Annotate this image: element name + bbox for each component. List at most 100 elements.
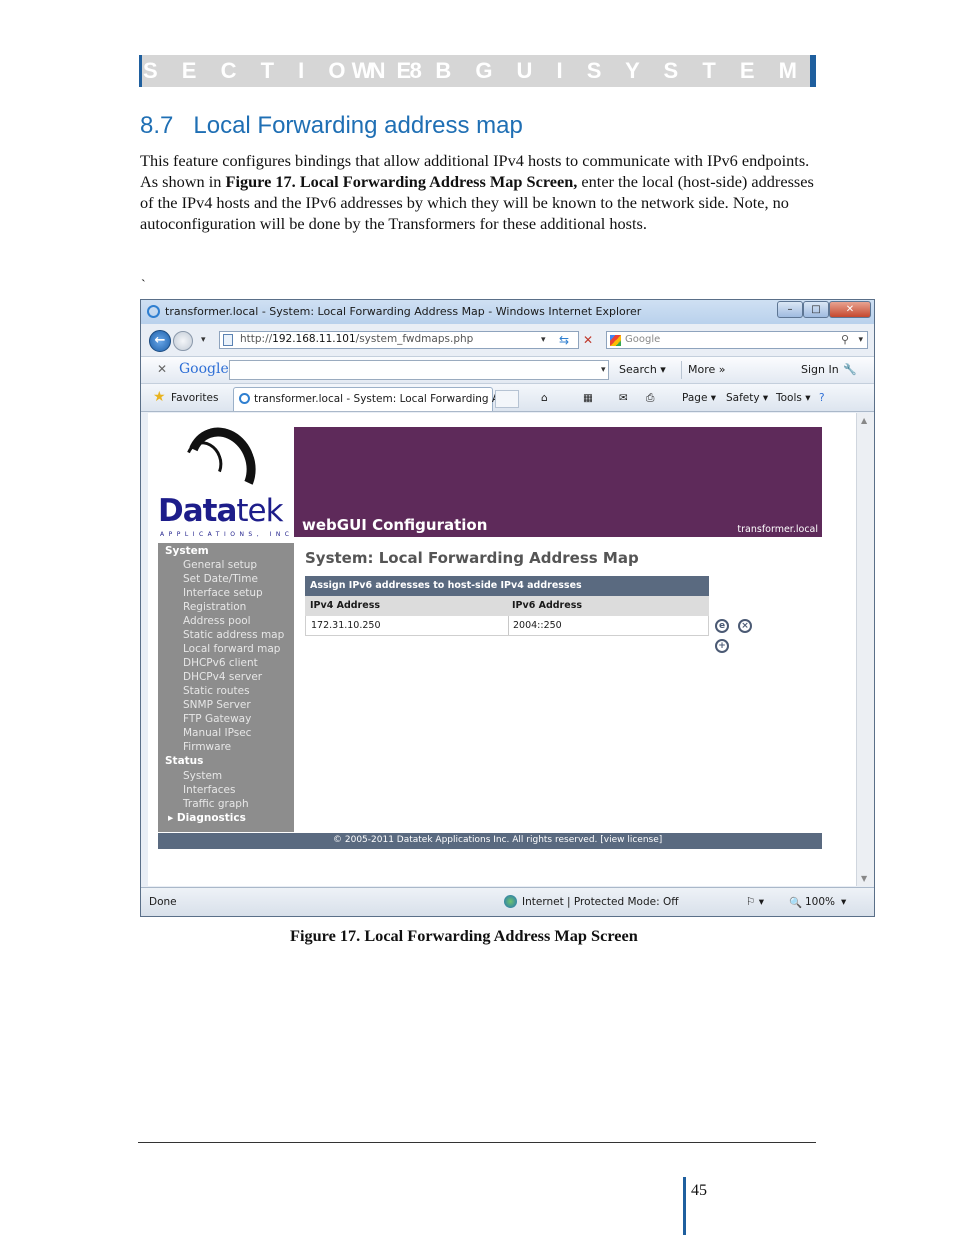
- banner-host: transformer.local: [737, 524, 818, 535]
- sidebar-heading-system[interactable]: System: [165, 545, 209, 557]
- url-host: 192.168.11.101: [272, 333, 356, 345]
- sidebar-item-manual-ipsec[interactable]: Manual IPsec: [183, 727, 251, 739]
- sidebar-item-static-routes[interactable]: Static routes: [183, 685, 250, 697]
- sidebar-heading-status[interactable]: Status: [165, 755, 203, 767]
- figure-caption: Figure 17. Local Forwarding Address Map …: [290, 926, 638, 945]
- sidebar-item-local-forward-map[interactable]: Local forward map: [183, 643, 280, 655]
- google-field-dropdown-icon[interactable]: ▾: [601, 365, 606, 375]
- address-dropdown-icon[interactable]: ▾: [541, 335, 546, 345]
- page-icon: [223, 334, 233, 346]
- heading-title: Local Forwarding address map: [193, 112, 523, 139]
- banner: webGUI Configuration transformer.local: [294, 427, 822, 537]
- add-icon[interactable]: +: [715, 639, 729, 653]
- page-menu[interactable]: Page ▾: [682, 392, 716, 404]
- paragraph-figure-ref: Figure 17. Local Forwarding Address Map …: [225, 172, 578, 191]
- vertical-scrollbar[interactable]: ▲ ▼: [856, 413, 874, 886]
- magnifier-icon[interactable]: ⚲: [841, 333, 849, 346]
- tools-menu[interactable]: Tools ▾: [776, 392, 810, 404]
- security-icon[interactable]: ⚐ ▾: [746, 896, 764, 908]
- sidebar-item-interface-setup[interactable]: Interface setup: [183, 587, 263, 599]
- address-row: ← ▾ http://192.168.11.101/system_fwdmaps…: [141, 326, 874, 354]
- google-more-button[interactable]: More »: [688, 363, 726, 376]
- col-ipv4-header: IPv4 Address: [310, 600, 380, 611]
- browser-tab[interactable]: transformer.local - System: Local Forwar…: [233, 387, 516, 411]
- url-text: http://192.168.11.101/system_fwdmaps.php: [240, 333, 473, 345]
- scroll-up-icon[interactable]: ▲: [861, 416, 867, 425]
- scroll-down-icon[interactable]: ▼: [861, 874, 867, 883]
- sidebar-item-registration[interactable]: Registration: [183, 601, 246, 613]
- print-icon[interactable]: ⎙: [646, 392, 654, 405]
- page-footer: © 2005-2011 Datatek Applications Inc. Al…: [158, 833, 822, 849]
- zoom-icon[interactable]: 🔍: [789, 896, 802, 909]
- logo-subtitle: APPLICATIONS, INC: [160, 531, 294, 538]
- wrench-icon[interactable]: 🔧: [843, 363, 857, 376]
- google-search-button[interactable]: Search ▾: [619, 363, 666, 376]
- window-title: transformer.local - System: Local Forwar…: [165, 305, 642, 318]
- col-ipv6-header: IPv6 Address: [512, 600, 582, 611]
- safety-menu[interactable]: Safety ▾: [726, 392, 768, 404]
- footer-rule: [138, 1142, 816, 1143]
- maximize-button[interactable]: □: [803, 301, 829, 318]
- sidebar-item-dhcpv6-client[interactable]: DHCPv6 client: [183, 657, 258, 669]
- internet-zone-icon: [504, 895, 517, 908]
- sidebar-item-dhcpv4-server[interactable]: DHCPv4 server: [183, 671, 262, 683]
- page-title: System: Local Forwarding Address Map: [305, 549, 639, 567]
- status-zoom[interactable]: 100%: [805, 896, 835, 908]
- favorites-star-icon[interactable]: ★: [153, 389, 166, 405]
- favorites-bar: ★ Favorites transformer.local - System: …: [141, 384, 874, 412]
- toolbar-divider: [681, 361, 682, 379]
- page-number-rule: [683, 1177, 686, 1235]
- sidebar-item-static-address-map[interactable]: Static address map: [183, 629, 284, 641]
- close-button[interactable]: ✕: [829, 301, 871, 318]
- address-bar[interactable]: http://192.168.11.101/system_fwdmaps.php: [219, 331, 579, 349]
- feeds-icon[interactable]: ▦: [583, 392, 593, 404]
- header-left-stripe: [139, 55, 142, 87]
- header-right-stripe: [810, 55, 816, 87]
- page-number: 45: [691, 1182, 707, 1199]
- stop-icon[interactable]: ✕: [583, 333, 593, 347]
- forward-button[interactable]: [173, 331, 193, 351]
- help-icon[interactable]: ?: [819, 392, 825, 404]
- sidebar-item-general-setup[interactable]: General setup: [183, 559, 257, 571]
- search-box[interactable]: Google ⚲ ▾: [606, 331, 868, 349]
- url-path: /system_fwdmaps.php: [355, 333, 474, 345]
- google-sign-in-link[interactable]: Sign In: [801, 363, 839, 376]
- sidebar-nav: System General setup Set Date/Time Inter…: [158, 543, 294, 832]
- close-toolbar-icon[interactable]: ✕: [157, 362, 167, 376]
- sidebar-item-interfaces[interactable]: Interfaces: [183, 784, 235, 796]
- logo-tek: tek: [236, 493, 283, 529]
- ie-icon: [147, 305, 160, 318]
- sidebar-heading-diagnostics[interactable]: ▸ Diagnostics: [168, 812, 246, 824]
- sidebar-item-firmware[interactable]: Firmware: [183, 741, 231, 753]
- search-placeholder: Google: [625, 334, 661, 345]
- table-row[interactable]: 172.31.10.250 2004::250: [305, 616, 709, 636]
- sidebar-item-status-system[interactable]: System: [183, 770, 222, 782]
- search-dropdown-icon[interactable]: ▾: [858, 335, 863, 345]
- mail-icon[interactable]: ✉: [619, 392, 628, 404]
- delete-icon[interactable]: ×: [738, 619, 752, 633]
- new-tab-button[interactable]: [495, 390, 519, 408]
- google-search-field[interactable]: [229, 360, 609, 380]
- status-zone[interactable]: Internet | Protected Mode: Off: [522, 896, 678, 908]
- column-divider: [508, 616, 509, 635]
- tab-title: transformer.local - System: Local Forwar…: [254, 393, 516, 405]
- favorites-label[interactable]: Favorites: [171, 392, 218, 404]
- web-page-content: Datatek APPLICATIONS, INC webGUI Configu…: [148, 413, 856, 886]
- refresh-icon[interactable]: ⇆: [559, 333, 569, 347]
- minimize-button[interactable]: –: [777, 301, 803, 318]
- browser-screenshot: transformer.local - System: Local Forwar…: [140, 299, 875, 917]
- back-button[interactable]: ←: [149, 330, 171, 352]
- google-toolbar: ✕ Google ▾ Search ▾ More » Sign In 🔧: [141, 356, 874, 384]
- section-heading: 8.7 Local Forwarding address map: [140, 112, 523, 140]
- sidebar-item-ftp-gateway[interactable]: FTP Gateway: [183, 713, 251, 725]
- sidebar-item-traffic-graph[interactable]: Traffic graph: [183, 798, 249, 810]
- zoom-dropdown-icon[interactable]: ▾: [841, 896, 846, 908]
- sidebar-item-snmp-server[interactable]: SNMP Server: [183, 699, 251, 711]
- copyright-text: © 2005-2011 Datatek Applications Inc. Al…: [333, 835, 663, 845]
- banner-title: webGUI Configuration: [302, 516, 488, 534]
- edit-icon[interactable]: e: [715, 619, 729, 633]
- sidebar-item-address-pool[interactable]: Address pool: [183, 615, 251, 627]
- sidebar-item-set-date-time[interactable]: Set Date/Time: [183, 573, 258, 585]
- home-icon[interactable]: ⌂: [541, 392, 548, 404]
- history-dropdown-icon[interactable]: ▾: [201, 335, 206, 345]
